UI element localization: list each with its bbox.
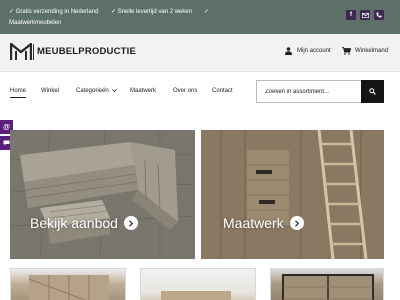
cart-icon <box>342 47 351 55</box>
nav-item-over-ons[interactable]: Over ons <box>173 88 197 94</box>
search-button[interactable] <box>361 80 384 103</box>
search-input[interactable] <box>265 87 361 97</box>
nav-item-categorieen-label: Categorieën <box>76 88 109 94</box>
banner-maatwerk-text: Maatwerk <box>223 215 284 231</box>
banner-aanbod-image <box>10 130 195 259</box>
search-box <box>256 80 384 103</box>
banner-maatwerk-label: Maatwerk <box>223 215 304 231</box>
product-tile-2[interactable] <box>140 268 256 300</box>
nav-item-maatwerk[interactable]: Maatwerk <box>130 88 156 94</box>
product-image-3 <box>282 274 374 300</box>
nav-item-contact[interactable]: Contact <box>212 88 233 94</box>
banner-aanbod-text: Bekijk aanbod <box>30 215 118 231</box>
usp-check: ✓ <box>204 9 210 15</box>
mail-icon[interactable] <box>360 10 370 20</box>
nav-item-home[interactable]: Home <box>10 88 26 94</box>
logo-mark-icon <box>10 43 32 60</box>
nav-item-winkel[interactable]: Winkel <box>41 88 59 94</box>
usp-fast-delivery: ✓ Snelle levertijd van 2 weken <box>111 9 193 15</box>
nav-item-categorieen[interactable]: Categorieën <box>76 88 117 94</box>
chevron-down-icon <box>111 88 117 94</box>
site-header: MEUBELPRODUCTIE Mijn account Winkelmand <box>0 34 400 72</box>
top-bar: ✓ Gratis verzending in Nederland ✓ Snell… <box>0 0 400 34</box>
nav-active-indicator <box>10 97 26 98</box>
account-label: Mijn account <box>297 48 331 54</box>
usp-free-shipping: ✓ Gratis verzending in Nederland <box>9 9 99 15</box>
banner-aanbod-label: Bekijk aanbod <box>30 215 138 231</box>
logo-divider <box>33 44 34 60</box>
banner-maatwerk[interactable]: Maatwerk <box>201 130 384 259</box>
product-image-2 <box>161 291 231 300</box>
product-image-1 <box>28 275 109 300</box>
phone-icon[interactable] <box>374 10 384 20</box>
product-tile-1[interactable] <box>10 268 126 300</box>
facebook-icon[interactable]: f <box>346 10 356 20</box>
chevron-right-icon <box>123 216 138 230</box>
search-icon <box>369 88 376 95</box>
user-icon <box>285 47 292 55</box>
cart-link[interactable]: Winkelmand <box>342 47 388 55</box>
cart-label: Winkelmand <box>355 48 389 54</box>
product-tile-3[interactable] <box>270 268 384 300</box>
usp-custom-furniture: Maatwerkmeubelen <box>9 20 62 26</box>
banner-bekijk-aanbod[interactable]: Bekijk aanbod <box>10 130 195 259</box>
logo-text: MEUBELPRODUCTIE <box>37 46 137 57</box>
account-link[interactable]: Mijn account <box>285 47 331 55</box>
banner-maatwerk-image <box>201 130 384 259</box>
chevron-right-icon <box>289 216 304 230</box>
